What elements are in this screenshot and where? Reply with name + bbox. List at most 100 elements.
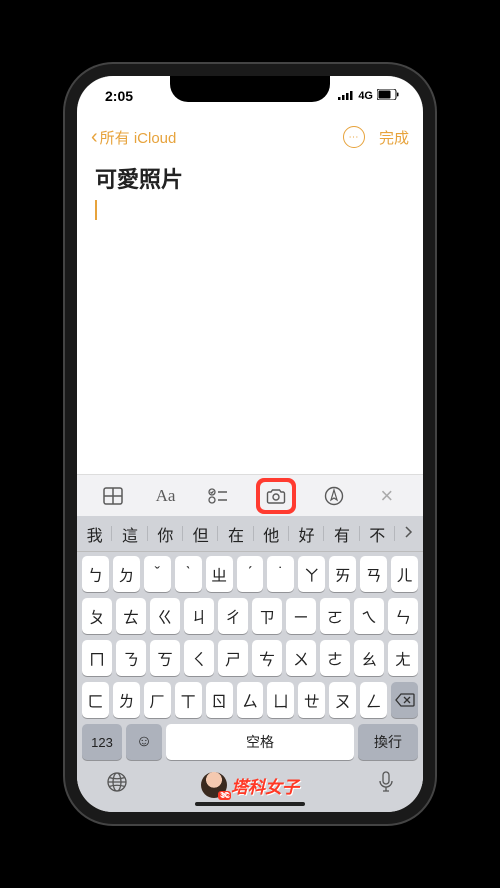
watermark: 3C 塔科女子 — [201, 772, 299, 798]
key[interactable]: ㄖ — [206, 682, 233, 718]
markup-button[interactable] — [320, 482, 348, 510]
key[interactable]: ㄟ — [354, 598, 384, 634]
key[interactable]: ㄠ — [354, 640, 384, 676]
keyboard-footer: 3C 塔科女子 — [80, 764, 420, 806]
key[interactable]: ㄜ — [320, 640, 350, 676]
key[interactable]: ㄦ — [391, 556, 418, 592]
watermark-avatar: 3C — [201, 772, 227, 798]
camera-button-highlight — [256, 478, 296, 514]
nav-bar: ‹ 所有 iCloud ⋯ 完成 — [77, 116, 423, 158]
screen: 2:05 4G ‹ 所有 iCloud ⋯ 完成 — [77, 76, 423, 812]
key[interactable]: ㄎ — [150, 640, 180, 676]
key[interactable]: ㄣ — [388, 598, 418, 634]
key[interactable]: ˊ — [237, 556, 264, 592]
suggestion[interactable]: 這 — [112, 522, 147, 546]
note-title: 可愛照片 — [95, 162, 405, 194]
key[interactable]: ˋ — [175, 556, 202, 592]
chevron-left-icon: ‹ — [91, 127, 98, 147]
key[interactable]: ㄑ — [184, 640, 214, 676]
more-button[interactable]: ⋯ — [343, 126, 365, 148]
key[interactable]: ㄋ — [116, 640, 146, 676]
signal-icon — [338, 90, 354, 103]
text-format-button[interactable]: Aa — [151, 482, 179, 510]
suggestion[interactable]: 有 — [324, 522, 359, 546]
keyboard-bottom-row: 123 ☺ 空格 換行 — [80, 724, 420, 760]
key[interactable]: ㄌ — [113, 682, 140, 718]
chevron-right-icon — [403, 526, 415, 538]
key[interactable]: ㄒ — [175, 682, 202, 718]
status-right: 4G — [338, 89, 399, 103]
suggestion[interactable]: 不 — [360, 522, 395, 546]
key[interactable]: ˇ — [144, 556, 171, 592]
phone-frame: 2:05 4G ‹ 所有 iCloud ⋯ 完成 — [65, 64, 435, 824]
key[interactable]: ㄅ — [82, 556, 109, 592]
suggestion-expand[interactable] — [395, 525, 423, 543]
suggestion-bar: 我 這 你 但 在 他 好 有 不 — [77, 516, 423, 552]
globe-icon — [106, 771, 128, 793]
backspace-icon — [395, 693, 415, 707]
done-button[interactable]: 完成 — [379, 127, 409, 148]
keyboard-row: ㄇ ㄋ ㄎ ㄑ ㄕ ㄘ ㄨ ㄜ ㄠ ㄤ — [80, 640, 420, 676]
suggestion[interactable]: 在 — [218, 522, 253, 546]
close-toolbar-button[interactable]: × — [373, 482, 401, 510]
key[interactable]: ㄗ — [252, 598, 282, 634]
space-key[interactable]: 空格 — [166, 724, 354, 760]
key[interactable]: ㄥ — [360, 682, 387, 718]
suggestion[interactable]: 好 — [289, 522, 324, 546]
key[interactable]: ㄧ — [286, 598, 316, 634]
emoji-icon: ☺ — [136, 733, 152, 751]
numbers-key[interactable]: 123 — [82, 724, 122, 760]
key[interactable]: ㄨ — [286, 640, 316, 676]
key[interactable]: ㄘ — [252, 640, 282, 676]
key[interactable]: ㄇ — [82, 640, 112, 676]
key[interactable]: ㄏ — [144, 682, 171, 718]
keyboard-row: ㄅ ㄉ ˇ ˋ ㄓ ˊ ˙ ㄚ ㄞ ㄢ ㄦ — [80, 556, 420, 592]
key[interactable]: ㄊ — [116, 598, 146, 634]
back-button[interactable]: ‹ 所有 iCloud — [91, 127, 176, 148]
watermark-badge: 3C — [218, 791, 231, 800]
suggestion[interactable]: 我 — [77, 522, 112, 546]
suggestion[interactable]: 但 — [183, 522, 218, 546]
globe-button[interactable] — [106, 771, 128, 799]
key[interactable]: ㄤ — [388, 640, 418, 676]
dictation-button[interactable] — [378, 771, 394, 799]
key[interactable]: ㄙ — [237, 682, 264, 718]
notch — [170, 76, 330, 102]
key[interactable]: ㄛ — [320, 598, 350, 634]
microphone-icon — [378, 771, 394, 793]
status-time: 2:05 — [105, 88, 133, 104]
network-label: 4G — [358, 90, 373, 102]
key[interactable]: ㄔ — [218, 598, 248, 634]
key[interactable]: ㄞ — [329, 556, 356, 592]
suggestion[interactable]: 你 — [148, 522, 183, 546]
key[interactable]: ㄩ — [267, 682, 294, 718]
text-cursor — [95, 200, 97, 220]
battery-icon — [377, 89, 399, 103]
backspace-key[interactable] — [391, 682, 418, 718]
key[interactable]: ㄚ — [298, 556, 325, 592]
key[interactable]: ˙ — [267, 556, 294, 592]
key[interactable]: ㄉ — [113, 556, 140, 592]
key[interactable]: ㄍ — [150, 598, 180, 634]
checklist-button[interactable] — [204, 482, 232, 510]
notes-toolbar: Aa × — [77, 474, 423, 516]
key[interactable]: ㄡ — [329, 682, 356, 718]
camera-icon — [266, 488, 286, 504]
key[interactable]: ㄕ — [218, 640, 248, 676]
emoji-key[interactable]: ☺ — [126, 724, 162, 760]
key[interactable]: ㄈ — [82, 682, 109, 718]
keyboard: ㄅ ㄉ ˇ ˋ ㄓ ˊ ˙ ㄚ ㄞ ㄢ ㄦ ㄆ ㄊ ㄍ ㄐ ㄔ ㄗ ㄧ ㄛ — [77, 552, 423, 812]
key[interactable]: ㄢ — [360, 556, 387, 592]
key[interactable]: ㄝ — [298, 682, 325, 718]
key[interactable]: ㄓ — [206, 556, 233, 592]
suggestion[interactable]: 他 — [254, 522, 289, 546]
note-editor[interactable]: 可愛照片 — [77, 158, 423, 474]
home-indicator[interactable] — [195, 802, 305, 806]
keyboard-row: ㄆ ㄊ ㄍ ㄐ ㄔ ㄗ ㄧ ㄛ ㄟ ㄣ — [80, 598, 420, 634]
back-label: 所有 iCloud — [100, 127, 177, 148]
return-key[interactable]: 換行 — [358, 724, 418, 760]
camera-button[interactable] — [260, 482, 292, 510]
key[interactable]: ㄆ — [82, 598, 112, 634]
table-button[interactable] — [99, 482, 127, 510]
key[interactable]: ㄐ — [184, 598, 214, 634]
